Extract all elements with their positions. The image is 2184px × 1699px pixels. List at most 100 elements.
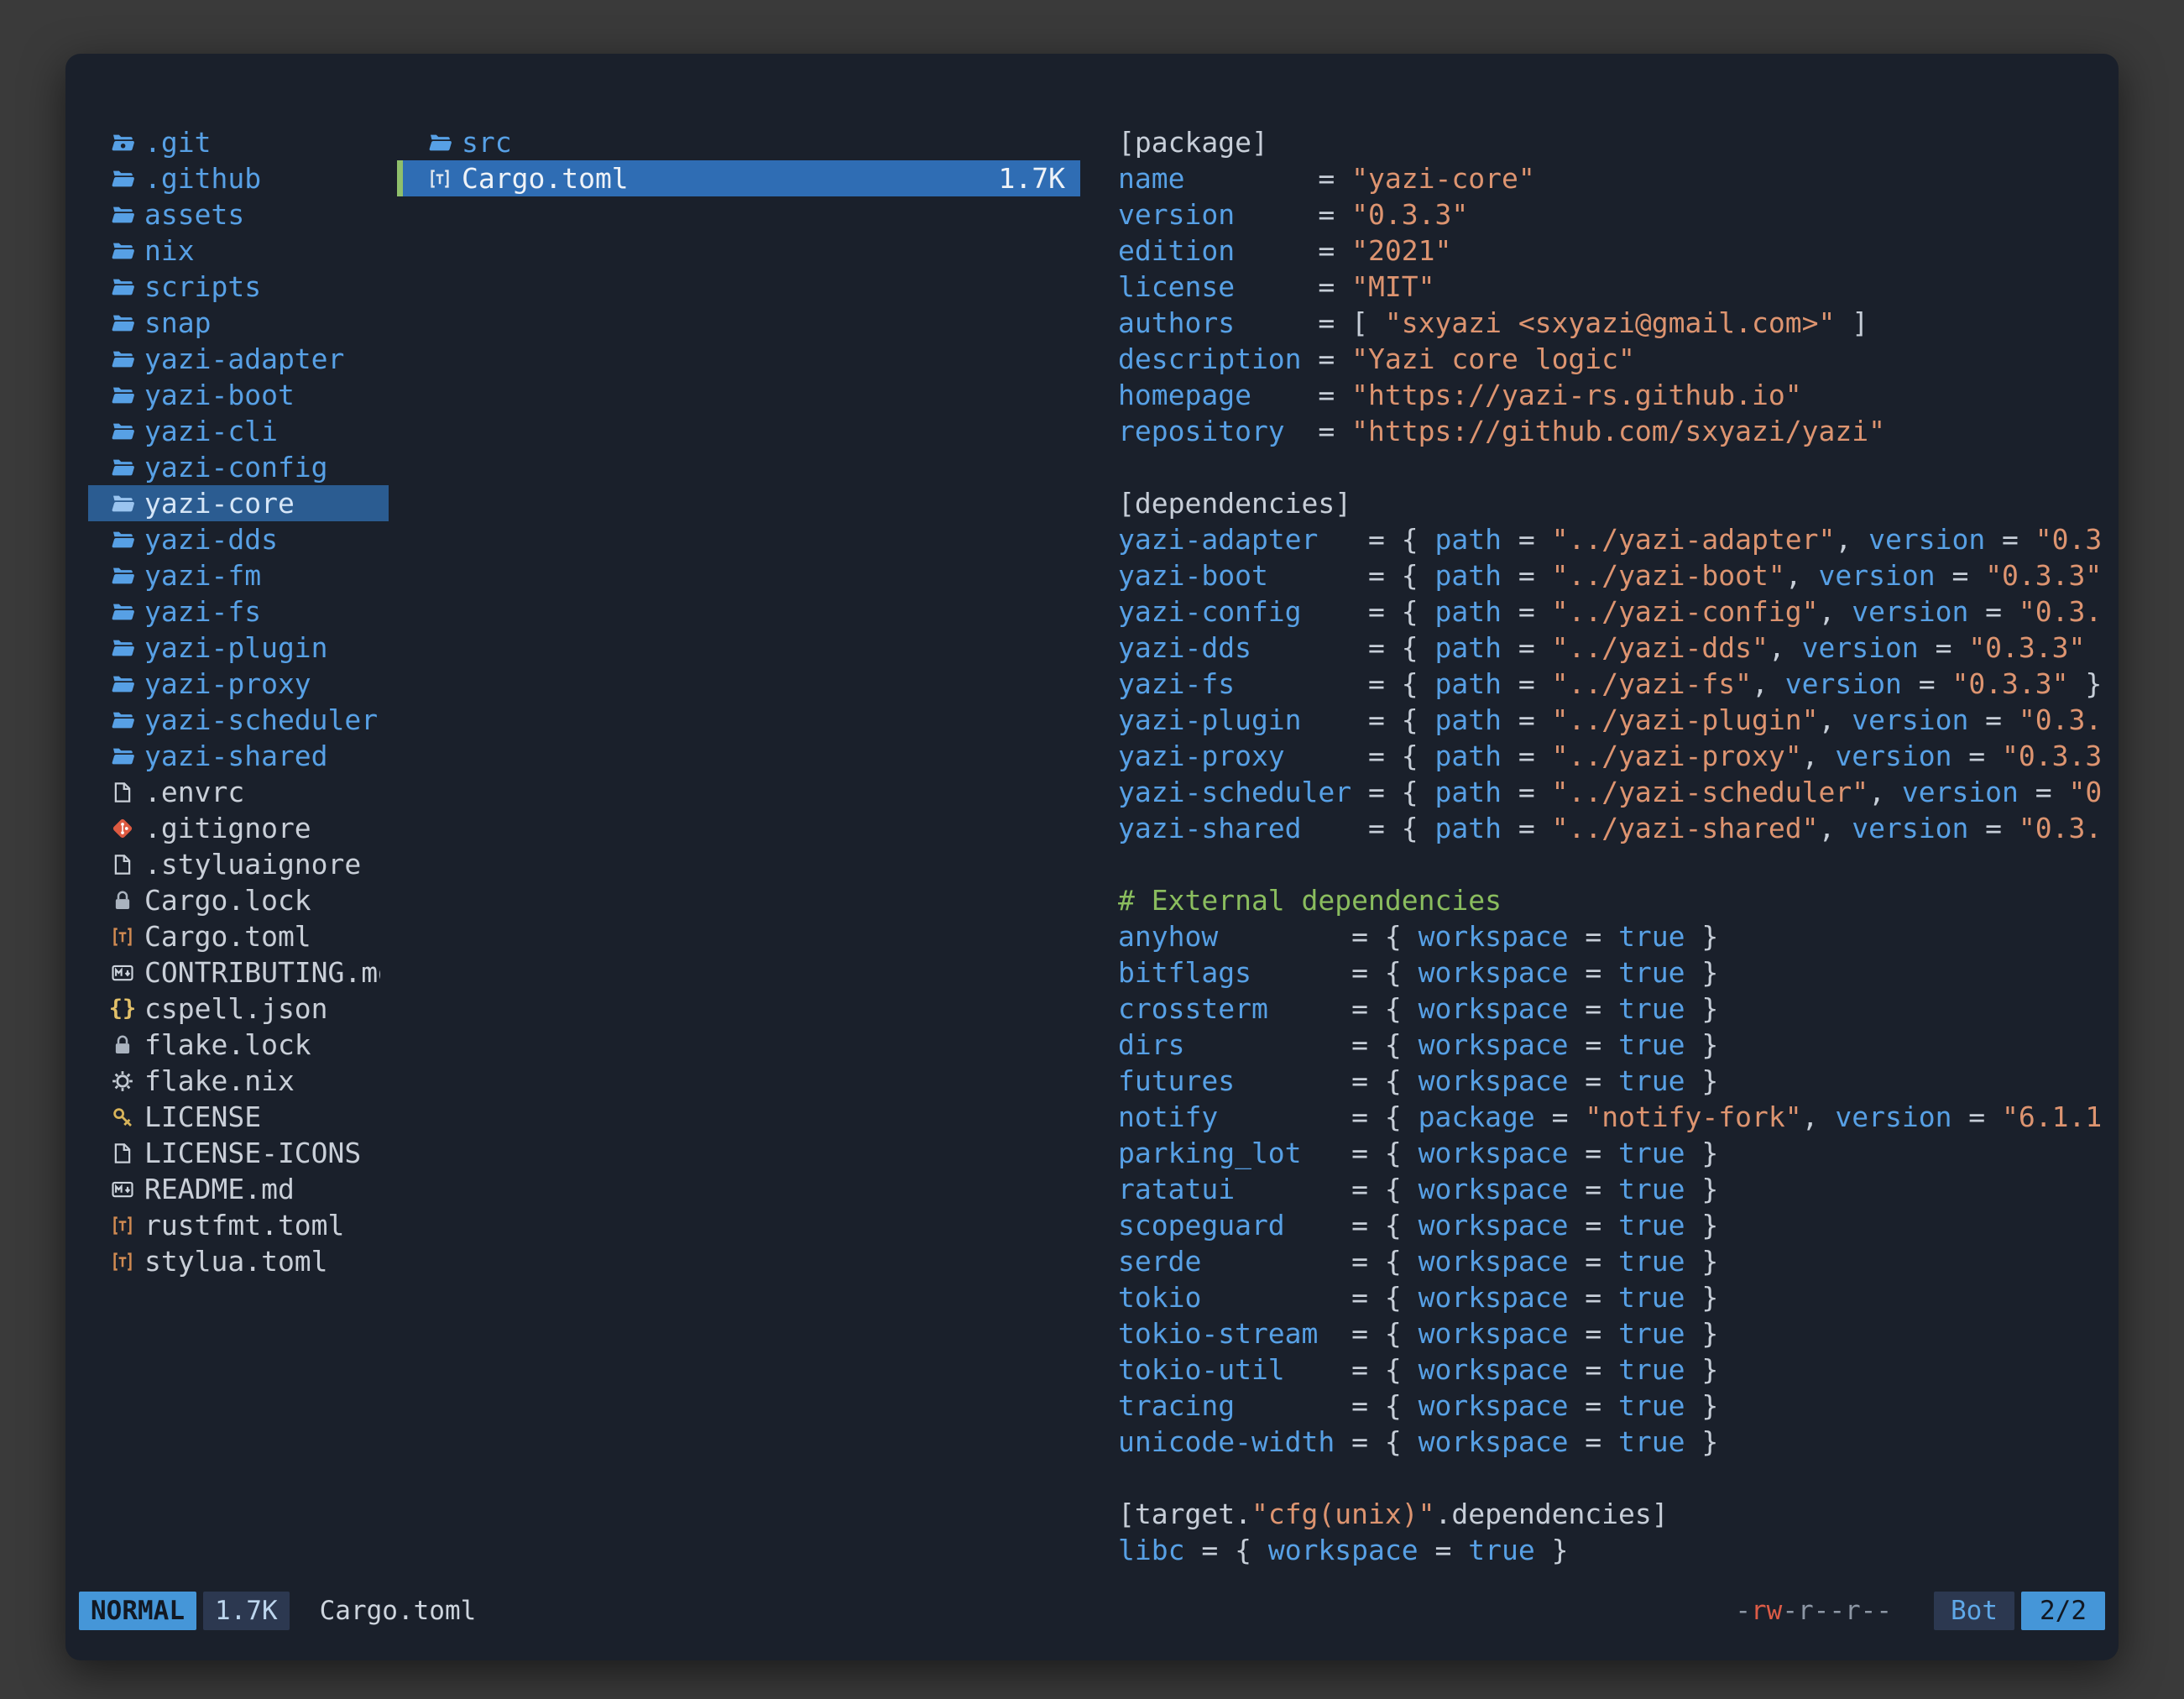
git-icon bbox=[108, 814, 137, 843]
folder-icon bbox=[108, 634, 137, 662]
nix-icon bbox=[108, 1067, 137, 1095]
file-icon bbox=[108, 1139, 137, 1168]
toml-icon bbox=[426, 165, 454, 193]
current-item-src[interactable]: src bbox=[397, 124, 1080, 160]
parent-item-yazi-shared[interactable]: yazi-shared bbox=[88, 738, 389, 774]
preview-line: description = "Yazi core logic" bbox=[1118, 341, 2107, 377]
item-label: .git bbox=[144, 124, 211, 160]
preview-line: tokio = { workspace = true } bbox=[1118, 1279, 2107, 1315]
parent-item-yazi-plugin[interactable]: yazi-plugin bbox=[88, 630, 389, 666]
item-label: yazi-adapter bbox=[144, 341, 344, 377]
folder-icon bbox=[108, 706, 137, 734]
selection-marker bbox=[397, 160, 403, 196]
item-label: yazi-boot bbox=[144, 377, 295, 413]
parent-item-license-icons[interactable]: LICENSE-ICONS bbox=[88, 1135, 389, 1171]
parent-item--styluaignore[interactable]: .styluaignore bbox=[88, 846, 389, 882]
preview-line: crossterm = { workspace = true } bbox=[1118, 991, 2107, 1027]
perm-suffix: -r--r-- bbox=[1782, 1596, 1892, 1626]
parent-item-cargo-toml[interactable]: Cargo.toml bbox=[88, 918, 389, 954]
parent-item-license[interactable]: LICENSE bbox=[88, 1099, 389, 1135]
parent-item-cspell-json[interactable]: {}cspell.json bbox=[88, 991, 389, 1027]
folder-icon bbox=[108, 453, 137, 482]
parent-item-rustfmt-toml[interactable]: rustfmt.toml bbox=[88, 1207, 389, 1243]
preview-line: [dependencies] bbox=[1118, 485, 2107, 521]
parent-item-yazi-dds[interactable]: yazi-dds bbox=[88, 521, 389, 557]
preview-line: authors = [ "sxyazi <sxyazi@gmail.com>" … bbox=[1118, 305, 2107, 341]
cursor-counter-badge: 2/2 bbox=[2021, 1592, 2105, 1630]
preview-line: serde = { workspace = true } bbox=[1118, 1243, 2107, 1279]
preview-line: ratatui = { workspace = true } bbox=[1118, 1171, 2107, 1207]
item-label: yazi-proxy bbox=[144, 666, 311, 702]
parent-item-yazi-fm[interactable]: yazi-fm bbox=[88, 557, 389, 593]
preview-line: yazi-shared = { path = "../yazi-shared",… bbox=[1118, 810, 2107, 846]
toml-icon bbox=[108, 1211, 137, 1240]
preview-line: futures = { workspace = true } bbox=[1118, 1063, 2107, 1099]
item-label: flake.nix bbox=[144, 1063, 295, 1099]
scroll-position-badge: Bot bbox=[1934, 1592, 2014, 1630]
parent-item-scripts[interactable]: scripts bbox=[88, 269, 389, 305]
parent-item-flake-nix[interactable]: flake.nix bbox=[88, 1063, 389, 1099]
git-folder-icon bbox=[108, 128, 137, 157]
item-label: LICENSE bbox=[144, 1099, 261, 1135]
toml-icon bbox=[108, 923, 137, 951]
parent-item-yazi-scheduler[interactable]: yazi-scheduler bbox=[88, 702, 389, 738]
parent-item-yazi-boot[interactable]: yazi-boot bbox=[88, 377, 389, 413]
preview-line: version = "0.3.3" bbox=[1118, 196, 2107, 233]
parent-item--github[interactable]: .github bbox=[88, 160, 389, 196]
folder-icon bbox=[108, 165, 137, 193]
current-item-cargo-toml[interactable]: Cargo.toml1.7K bbox=[397, 160, 1080, 196]
parent-item--envrc[interactable]: .envrc bbox=[88, 774, 389, 810]
parent-item-yazi-core[interactable]: yazi-core bbox=[88, 485, 389, 521]
item-label: nix bbox=[144, 233, 195, 269]
item-label: Cargo.toml bbox=[144, 918, 311, 954]
item-label: scripts bbox=[144, 269, 261, 305]
mode-badge: NORMAL bbox=[79, 1592, 196, 1630]
parent-item-yazi-adapter[interactable]: yazi-adapter bbox=[88, 341, 389, 377]
parent-item-flake-lock[interactable]: flake.lock bbox=[88, 1027, 389, 1063]
item-label: snap bbox=[144, 305, 211, 341]
parent-item-yazi-fs[interactable]: yazi-fs bbox=[88, 593, 389, 630]
parent-pane: .git.githubassetsnixscriptssnapyazi-adap… bbox=[88, 124, 389, 1580]
parent-item-contributing-md[interactable]: CONTRIBUTING.md bbox=[88, 954, 389, 991]
item-label: stylua.toml bbox=[144, 1243, 328, 1279]
parent-item-readme-md[interactable]: README.md bbox=[88, 1171, 389, 1207]
folder-icon bbox=[108, 237, 137, 265]
preview-line: anyhow = { workspace = true } bbox=[1118, 918, 2107, 954]
parent-item-cargo-lock[interactable]: Cargo.lock bbox=[88, 882, 389, 918]
parent-item-assets[interactable]: assets bbox=[88, 196, 389, 233]
preview-line: libc = { workspace = true } bbox=[1118, 1532, 2107, 1568]
file-manager-panes: .git.githubassetsnixscriptssnapyazi-adap… bbox=[65, 54, 2119, 1580]
parent-item-yazi-proxy[interactable]: yazi-proxy bbox=[88, 666, 389, 702]
file-size-badge: 1.7K bbox=[203, 1592, 290, 1630]
folder-icon bbox=[108, 345, 137, 374]
folder-icon bbox=[108, 489, 137, 518]
folder-icon bbox=[108, 670, 137, 698]
preview-line: bitflags = { workspace = true } bbox=[1118, 954, 2107, 991]
parent-item-yazi-cli[interactable]: yazi-cli bbox=[88, 413, 389, 449]
preview-line: name = "yazi-core" bbox=[1118, 160, 2107, 196]
folder-icon bbox=[108, 525, 137, 554]
item-label: yazi-shared bbox=[144, 738, 328, 774]
item-label: rustfmt.toml bbox=[144, 1207, 344, 1243]
parent-item-nix[interactable]: nix bbox=[88, 233, 389, 269]
lock-icon bbox=[108, 886, 137, 915]
preview-line: license = "MIT" bbox=[1118, 269, 2107, 305]
item-label: CONTRIBUTING.md bbox=[144, 954, 380, 991]
markdown-icon bbox=[108, 959, 137, 987]
file-icon bbox=[108, 850, 137, 879]
folder-icon bbox=[108, 417, 137, 446]
item-label: yazi-fm bbox=[144, 557, 261, 593]
parent-item--gitignore[interactable]: .gitignore bbox=[88, 810, 389, 846]
preview-line: yazi-proxy = { path = "../yazi-proxy", v… bbox=[1118, 738, 2107, 774]
preview-line: [target."cfg(unix)".dependencies] bbox=[1118, 1496, 2107, 1532]
folder-icon bbox=[108, 381, 137, 410]
item-label: yazi-core bbox=[144, 485, 295, 521]
item-label: yazi-fs bbox=[144, 593, 261, 630]
parent-item-snap[interactable]: snap bbox=[88, 305, 389, 341]
preview-line: parking_lot = { workspace = true } bbox=[1118, 1135, 2107, 1171]
parent-item-yazi-config[interactable]: yazi-config bbox=[88, 449, 389, 485]
parent-item-stylua-toml[interactable]: stylua.toml bbox=[88, 1243, 389, 1279]
preview-line: yazi-adapter = { path = "../yazi-adapter… bbox=[1118, 521, 2107, 557]
preview-line: [package] bbox=[1118, 124, 2107, 160]
parent-item--git[interactable]: .git bbox=[88, 124, 389, 160]
